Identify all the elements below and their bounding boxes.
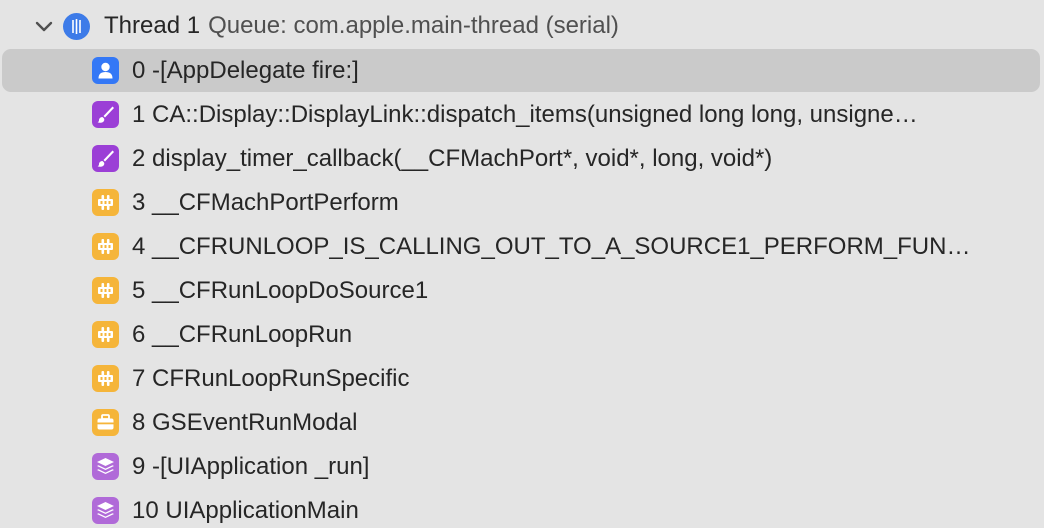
layers-icon <box>92 497 119 524</box>
stack-frame-row[interactable]: 1 CA::Display::DisplayLink::dispatch_ite… <box>0 93 1044 137</box>
stack-frame-label: 8 GSEventRunModal <box>132 409 358 436</box>
brush-icon <box>92 145 119 172</box>
grid-icon <box>92 189 119 216</box>
grid-icon <box>92 321 119 348</box>
toolbox-icon <box>92 409 119 436</box>
stack-frame-row[interactable]: 5 __CFRunLoopDoSource1 <box>0 269 1044 313</box>
debug-navigator: Thread 1 Queue: com.apple.main-thread (se… <box>0 0 1044 528</box>
layers-icon <box>92 453 119 480</box>
stack-frame-label: 10 UIApplicationMain <box>132 497 359 524</box>
stack-frame-label: 1 CA::Display::DisplayLink::dispatch_ite… <box>132 101 918 128</box>
stack-frame-list: 0 -[AppDelegate fire:] 1 CA::Display::Di… <box>0 49 1044 528</box>
stack-frame-row[interactable]: 8 GSEventRunModal <box>0 401 1044 445</box>
stack-frame-row[interactable]: 10 UIApplicationMain <box>0 489 1044 528</box>
thread-title: Thread 1 Queue: com.apple.main-thread (se… <box>104 4 619 48</box>
stack-frame-row[interactable]: 3 __CFMachPortPerform <box>0 181 1044 225</box>
stack-frame-label: 7 CFRunLoopRunSpecific <box>132 365 410 392</box>
thread-name: Thread 1 <box>104 12 201 39</box>
thread-row[interactable]: Thread 1 Queue: com.apple.main-thread (se… <box>0 4 1044 48</box>
stack-frame-row[interactable]: 0 -[AppDelegate fire:] <box>0 49 1044 93</box>
stack-frame-row[interactable]: 2 display_timer_callback(__CFMachPort*, … <box>0 137 1044 181</box>
stack-frame-row[interactable]: 7 CFRunLoopRunSpecific <box>0 357 1044 401</box>
stack-frame-row[interactable]: 4 __CFRUNLOOP_IS_CALLING_OUT_TO_A_SOURCE… <box>0 225 1044 269</box>
stack-frame-label: 9 -[UIApplication _run] <box>132 453 370 480</box>
thread-icon <box>63 13 90 40</box>
stack-frame-label: 5 __CFRunLoopDoSource1 <box>132 277 429 304</box>
stack-frame-row[interactable]: 9 -[UIApplication _run] <box>0 445 1044 489</box>
stack-frame-label: 3 __CFMachPortPerform <box>132 189 399 216</box>
chevron-down-icon[interactable] <box>34 17 54 37</box>
person-icon <box>92 57 119 84</box>
brush-icon <box>92 101 119 128</box>
grid-icon <box>92 233 119 260</box>
stack-frame-label: 6 __CFRunLoopRun <box>132 321 353 348</box>
stack-frame-label: 4 __CFRUNLOOP_IS_CALLING_OUT_TO_A_SOURCE… <box>132 233 971 260</box>
stack-frame-row[interactable]: 6 __CFRunLoopRun <box>0 313 1044 357</box>
grid-icon <box>92 365 119 392</box>
thread-queue: Queue: com.apple.main-thread (serial) <box>208 12 619 39</box>
stack-frame-label: 2 display_timer_callback(__CFMachPort*, … <box>132 145 773 172</box>
stack-frame-label: 0 -[AppDelegate fire:] <box>132 57 359 84</box>
grid-icon <box>92 277 119 304</box>
